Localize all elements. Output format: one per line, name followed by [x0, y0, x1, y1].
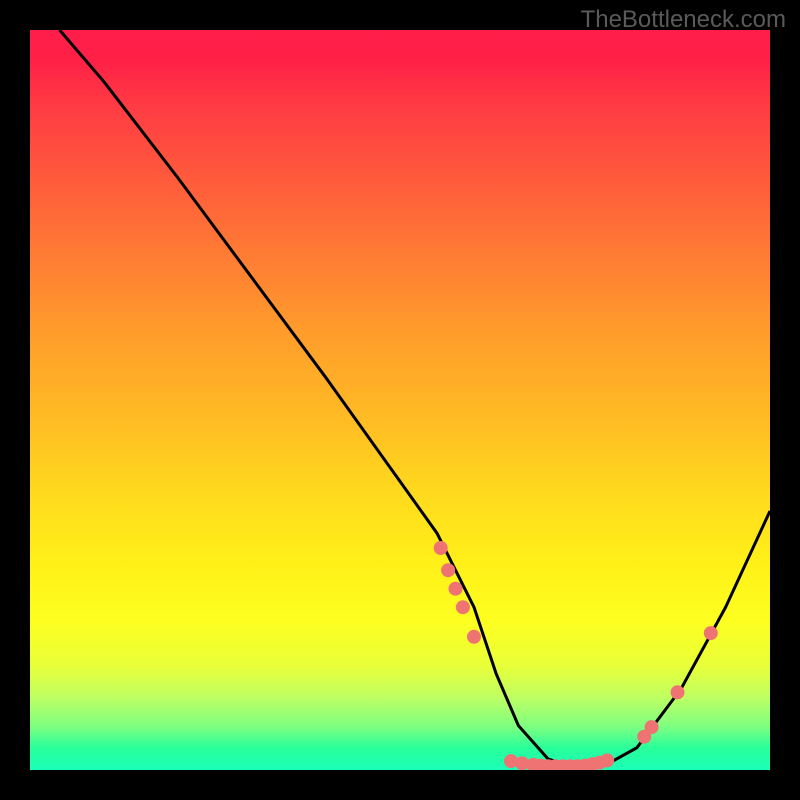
data-marker	[467, 630, 481, 644]
data-marker	[441, 563, 455, 577]
data-marker	[645, 720, 659, 734]
data-marker	[434, 541, 448, 555]
data-marker	[449, 582, 463, 596]
data-marker	[671, 685, 685, 699]
data-markers	[434, 541, 718, 770]
chart-svg	[30, 30, 770, 770]
watermark-text: TheBottleneck.com	[581, 6, 786, 34]
bottleneck-curve	[60, 30, 770, 769]
data-marker	[704, 626, 718, 640]
data-marker	[456, 600, 470, 614]
data-marker	[600, 753, 614, 767]
